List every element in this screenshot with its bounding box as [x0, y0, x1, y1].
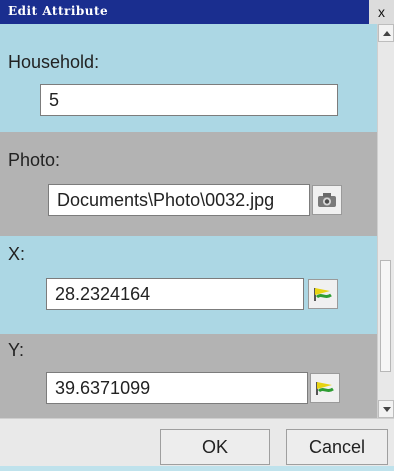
get-x-location-button[interactable] — [308, 279, 338, 309]
vertical-scrollbar[interactable] — [377, 24, 394, 418]
ok-button[interactable]: OK — [160, 429, 270, 465]
x-coordinate-input[interactable]: 28.2324164 — [46, 278, 304, 310]
scroll-up-button[interactable] — [378, 24, 394, 42]
browse-photo-button[interactable] — [312, 185, 342, 215]
household-input[interactable]: 5 — [40, 84, 338, 116]
photo-section: Photo: Documents\Photo\0032.jpg — [0, 132, 377, 236]
chevron-up-icon — [383, 31, 391, 36]
edit-attribute-dialog: Edit Attribute x Household: 5 Photo: Doc… — [0, 0, 394, 471]
get-y-location-button[interactable] — [310, 373, 340, 403]
photo-path-input[interactable]: Documents\Photo\0032.jpg — [48, 184, 310, 216]
y-coordinate-input[interactable]: 39.6371099 — [46, 372, 308, 404]
x-section: X: 28.2324164 — [0, 236, 377, 334]
scroll-down-button[interactable] — [378, 400, 394, 418]
cancel-button[interactable]: Cancel — [286, 429, 388, 465]
scrollbar-thumb[interactable] — [380, 260, 391, 372]
y-section: Y: 39.6371099 — [0, 334, 377, 418]
title-bar: Edit Attribute x — [0, 0, 394, 24]
y-label: Y: — [8, 340, 25, 360]
chevron-down-icon — [383, 407, 391, 412]
x-label: X: — [8, 244, 26, 264]
camera-icon — [318, 193, 336, 207]
household-label: Household: — [8, 52, 100, 72]
dialog-title: Edit Attribute — [8, 4, 109, 18]
dialog-footer: OK Cancel — [0, 418, 394, 471]
bottom-accent-strip — [0, 466, 394, 471]
photo-label: Photo: — [8, 150, 61, 170]
gps-pin-icon — [314, 288, 332, 301]
close-button[interactable]: x — [369, 0, 394, 24]
household-section: Household: 5 — [0, 24, 377, 132]
gps-pin-icon — [316, 382, 334, 395]
